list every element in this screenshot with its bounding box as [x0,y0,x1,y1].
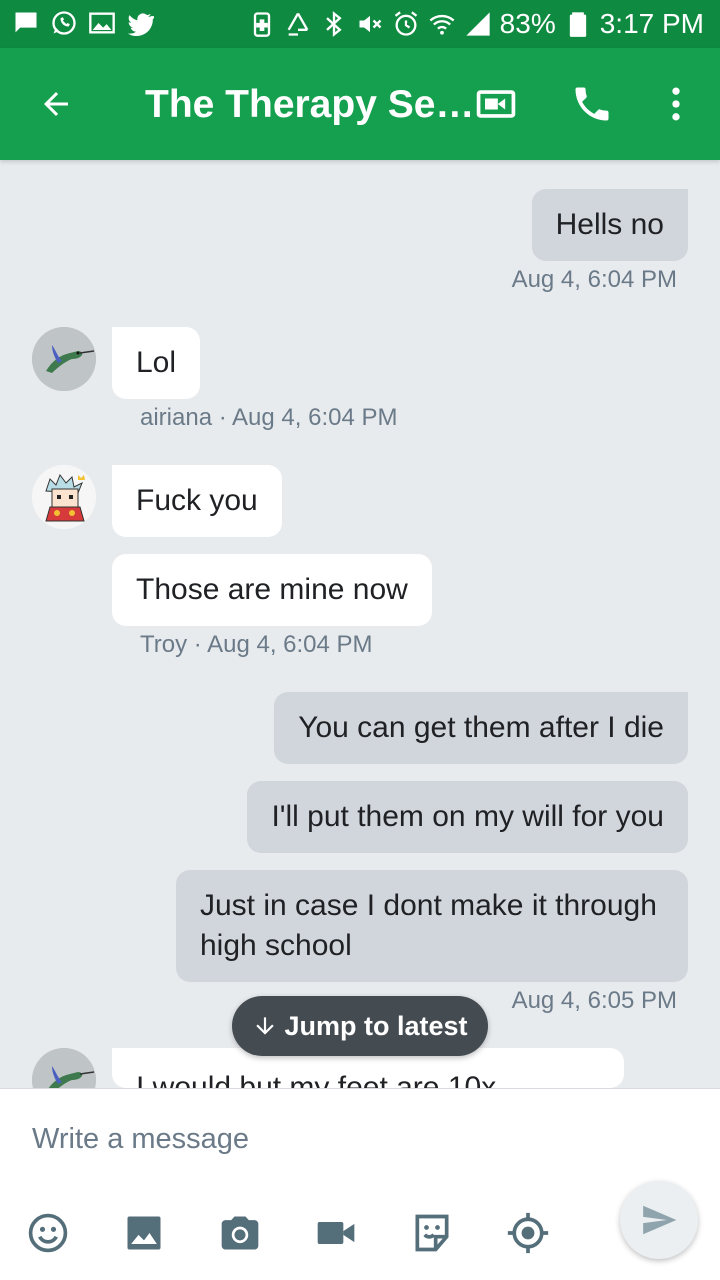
jump-to-latest-label: Jump to latest [284,1010,468,1041]
send-icon [643,1205,677,1235]
mute-icon [356,10,384,38]
camera-icon [221,1216,259,1250]
message-sender-timestamp: Troy · Aug 4, 6:04 PM [140,631,373,658]
phone-call-button[interactable] [568,80,616,128]
emoji-button[interactable] [24,1209,72,1257]
hummingbird-avatar-icon [32,327,96,391]
message-bubble-outgoing[interactable]: Hells no [531,189,688,261]
emoji-icon [28,1213,68,1253]
avatar[interactable] [32,327,96,391]
message-sender-timestamp: airiana · Aug 4, 6:04 PM [140,404,398,431]
battery-percent: 83% [499,8,556,39]
phone-icon [575,87,609,121]
gallery-icon [88,9,116,37]
message-timestamp: Aug 4, 6:04 PM [511,266,677,293]
notification-icons [12,9,154,37]
message-bubble-incoming[interactable]: Fuck you [112,465,282,537]
wifi-icon [428,10,456,38]
signal-icon [464,10,492,38]
recycle-icon [284,10,312,38]
send-button[interactable] [620,1181,698,1259]
location-icon [507,1212,549,1254]
video-icon [317,1222,355,1244]
more-vert-icon [672,87,680,121]
system-icons: 83% 3:17 PM [248,8,704,40]
message-input[interactable] [32,1119,592,1159]
message-bubble-outgoing[interactable]: Just in case I dont make it through high… [176,870,688,982]
image-icon [127,1216,161,1250]
camera-button[interactable] [216,1209,264,1257]
message-bubble-incoming[interactable]: Lol [112,327,201,399]
back-button[interactable] [32,80,80,128]
message-bubble-outgoing[interactable]: I'll put them on my will for you [247,781,688,853]
location-button[interactable] [504,1209,552,1257]
bluetooth-icon [320,10,348,38]
avatar[interactable] [32,465,96,529]
whatsapp-icon [50,9,78,37]
message-timestamp: Aug 4, 6:05 PM [511,987,677,1014]
image-button[interactable] [120,1209,168,1257]
status-bar: 83% 3:17 PM [0,0,720,48]
battery-saver-icon [248,10,276,38]
video-call-button[interactable] [472,80,520,128]
conversation-title[interactable]: The Therapy Se… [145,82,474,128]
app-bar: The Therapy Se… [0,48,720,160]
video-button[interactable] [312,1209,360,1257]
alarm-icon [392,10,420,38]
message-bubble-outgoing[interactable]: You can get them after I die [274,692,688,764]
sticker-icon [415,1214,449,1252]
sticker-button[interactable] [408,1209,456,1257]
chat-icon [12,9,40,37]
message-bubble-incoming[interactable]: Those are mine now [112,554,432,626]
twitter-icon [126,9,154,37]
composer [0,1088,720,1280]
jump-to-latest-button[interactable]: Jump to latest [232,996,488,1056]
clock: 3:17 PM [599,8,704,39]
battery-icon [564,10,592,38]
arrow-down-icon [256,1017,275,1035]
arrow-back-icon [44,92,68,116]
more-options-button[interactable] [652,80,700,128]
cartoon-character-avatar-icon [32,465,96,529]
video-call-icon [476,90,516,118]
